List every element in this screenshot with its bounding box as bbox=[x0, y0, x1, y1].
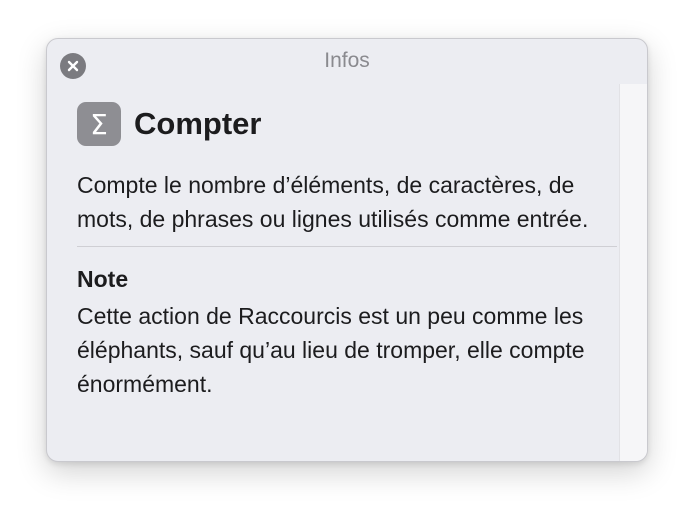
info-popover: Infos Σ Compter Compte le nombre d’éléme… bbox=[46, 38, 648, 462]
note-body: Cette action de Raccourcis est un peu co… bbox=[77, 303, 585, 397]
sigma-icon: Σ bbox=[77, 102, 121, 146]
action-description: Compte le nombre d’éléments, de caractèr… bbox=[77, 172, 589, 232]
window-title: Infos bbox=[324, 49, 370, 72]
content-area: Σ Compter Compte le nombre d’éléments, d… bbox=[77, 101, 617, 401]
action-title: Compter bbox=[134, 106, 262, 141]
action-header: Σ Compter bbox=[77, 101, 617, 147]
note-heading: Note bbox=[77, 266, 129, 292]
divider bbox=[77, 246, 617, 247]
scrollbar-track[interactable] bbox=[619, 84, 647, 461]
title-bar: Infos bbox=[47, 39, 647, 79]
screen: Infos Σ Compter Compte le nombre d’éléme… bbox=[0, 0, 692, 514]
